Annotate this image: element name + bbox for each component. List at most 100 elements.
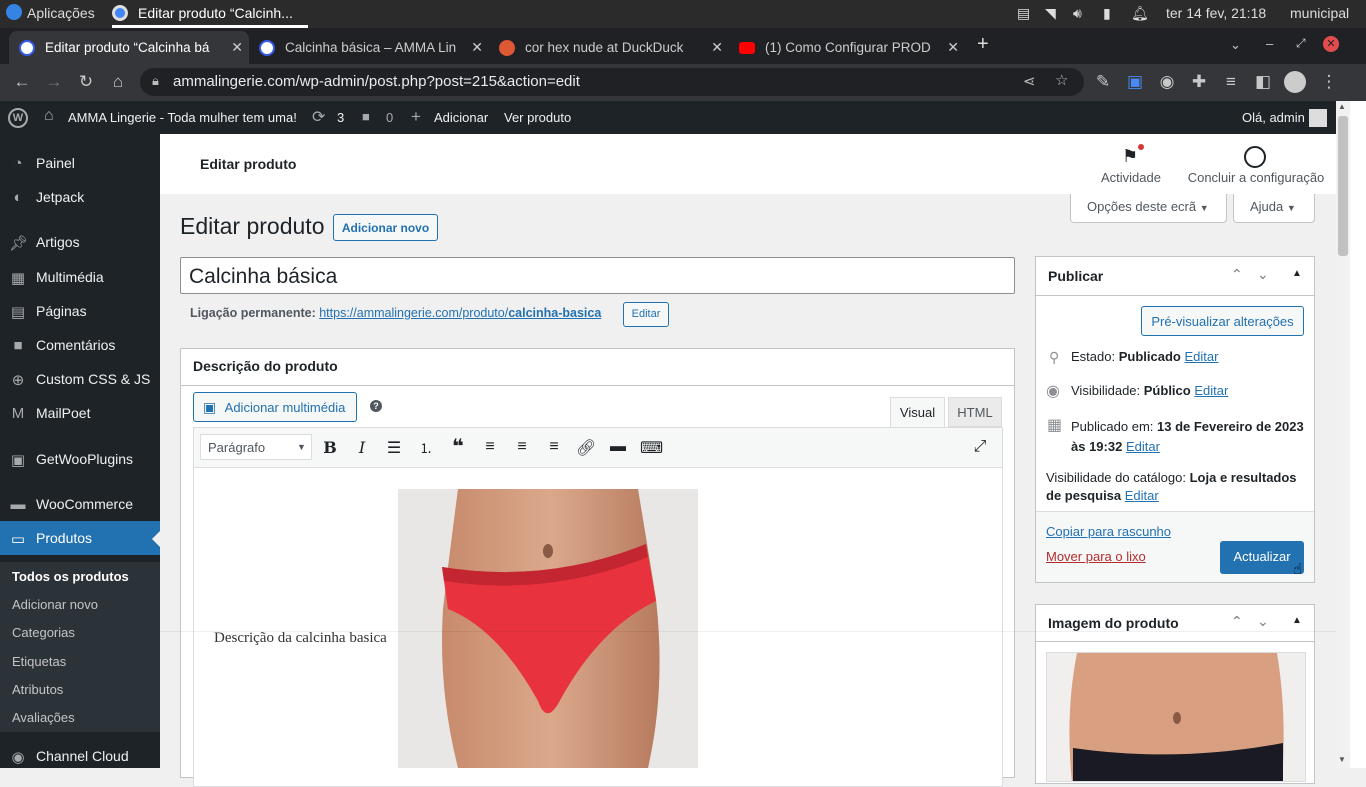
battery-icon[interactable]: ▮ bbox=[1103, 5, 1111, 22]
copy-to-draft-link[interactable]: Copiar para rascunho bbox=[1046, 524, 1171, 539]
add-media-button[interactable]: ▣ Adicionar multimédia bbox=[193, 392, 357, 422]
close-window-icon[interactable]: ✕ bbox=[1323, 36, 1339, 52]
puzzle-extensions-icon[interactable]: ✚ bbox=[1188, 72, 1210, 94]
product-photo[interactable] bbox=[398, 489, 698, 768]
description-text[interactable]: Descrição da calcinha basica bbox=[214, 630, 387, 647]
visibility-edit-link[interactable]: Editar bbox=[1194, 383, 1228, 398]
sidebar-item-jetpack[interactable]: ◐ Jetpack bbox=[0, 180, 160, 214]
product-title-input[interactable]: Calcinha básica bbox=[180, 257, 1015, 294]
sidebar-item-produtos[interactable]: ▭ Produtos bbox=[0, 521, 160, 555]
fullscreen-icon[interactable]: ⤢ bbox=[970, 438, 990, 458]
volume-icon[interactable]: 🔊︎ bbox=[1073, 5, 1082, 22]
address-bar[interactable]: 🔒︎ ammalingerie.com/wp-admin/post.php?po… bbox=[140, 68, 1084, 96]
wifi-icon[interactable]: ◥ bbox=[1045, 5, 1056, 22]
permalink-edit-button[interactable]: Editar bbox=[623, 302, 669, 327]
sidebar-item-comentarios[interactable]: ■ Comentários bbox=[0, 328, 160, 362]
read-more-icon[interactable]: ▬ bbox=[608, 438, 628, 458]
tab-product-page[interactable]: Calcinha básica – AMMA Lin ✕ bbox=[249, 31, 489, 64]
numbered-list-icon[interactable]: ⒈ bbox=[416, 438, 436, 458]
tab-visual[interactable]: Visual bbox=[890, 397, 945, 428]
permalink-link[interactable]: https://ammalingerie.com/produto/calcinh… bbox=[319, 306, 601, 320]
lock-icon[interactable]: 🔒︎ bbox=[152, 73, 159, 89]
comments-icon[interactable]: ■ bbox=[362, 109, 370, 124]
account-greeting[interactable]: Olá, admin bbox=[1242, 110, 1305, 125]
sidebar-item-custom-css[interactable]: ⊕ Custom CSS & JS bbox=[0, 362, 160, 396]
submenu-reviews[interactable]: Avaliações bbox=[12, 710, 75, 725]
submenu-all-products[interactable]: Todos os produtos bbox=[12, 569, 129, 584]
add-new-link[interactable]: Adicionar bbox=[434, 110, 488, 125]
apps-icon[interactable] bbox=[6, 4, 22, 20]
collapse-toggle-icon[interactable]: ▲ bbox=[1292, 268, 1302, 279]
profile-avatar-icon[interactable] bbox=[1284, 71, 1306, 93]
align-center-icon[interactable]: ≡ bbox=[512, 438, 532, 458]
scroll-up-icon[interactable]: ▲ bbox=[1338, 102, 1346, 111]
apps-menu[interactable]: Aplicações bbox=[27, 5, 95, 21]
italic-icon[interactable]: I bbox=[352, 438, 372, 458]
tab-search-icon[interactable]: ⌄ bbox=[1230, 37, 1241, 53]
move-down-icon[interactable]: ⌄ bbox=[1257, 613, 1269, 630]
link-icon[interactable]: 🔗︎ bbox=[576, 438, 596, 458]
submenu-categories[interactable]: Categorias bbox=[12, 625, 75, 640]
preview-changes-button[interactable]: Pré-visualizar alterações bbox=[1141, 306, 1304, 336]
sidebar-item-paginas[interactable]: ▤ Páginas bbox=[0, 294, 160, 328]
submenu-tags[interactable]: Etiquetas bbox=[12, 654, 66, 669]
updates-count[interactable]: 3 bbox=[337, 110, 344, 125]
sidebar-item-mailpoet[interactable]: M MailPoet bbox=[0, 396, 160, 430]
reading-list-icon[interactable]: ≡ bbox=[1220, 72, 1242, 94]
notification-bell-icon[interactable]: 🔔︎ bbox=[1131, 5, 1149, 22]
translate-icon[interactable]: ▣ bbox=[1124, 72, 1146, 94]
bullet-list-icon[interactable]: ☰ bbox=[384, 438, 404, 458]
extension-icon[interactable]: ✎ bbox=[1092, 72, 1114, 94]
comments-count[interactable]: 0 bbox=[386, 110, 393, 125]
active-window-title[interactable]: Editar produto “Calcinh... bbox=[138, 5, 293, 21]
help-button[interactable]: Ajuda ▼ bbox=[1233, 194, 1315, 223]
blockquote-icon[interactable]: ❝ bbox=[448, 434, 468, 458]
featured-image[interactable] bbox=[1046, 652, 1306, 782]
reload-icon[interactable]: ↻ bbox=[75, 72, 97, 94]
setup-button[interactable]: Concluir a configuração bbox=[1184, 144, 1328, 190]
back-icon[interactable]: ← bbox=[11, 72, 33, 94]
sidebar-item-getwooplugins[interactable]: ▣ GetWooPlugins bbox=[0, 442, 160, 476]
align-left-icon[interactable]: ≡ bbox=[480, 438, 500, 458]
catalog-edit-link[interactable]: Editar bbox=[1125, 488, 1159, 503]
scrollbar-thumb[interactable] bbox=[1338, 116, 1348, 256]
tab-youtube[interactable]: (1) Como Configurar PROD ✕ bbox=[729, 31, 965, 64]
sidebar-item-woocommerce[interactable]: ▬ WooCommerce bbox=[0, 487, 160, 521]
screen-options-button[interactable]: Opções deste ecrã ▼ bbox=[1070, 194, 1227, 223]
add-new-product-button[interactable]: Adicionar novo bbox=[333, 214, 438, 241]
bookmark-star-icon[interactable]: ☆ bbox=[1055, 71, 1068, 89]
tab-edit-product[interactable]: Editar produto “Calcinha bá ✕ bbox=[9, 31, 249, 64]
move-down-icon[interactable]: ⌄ bbox=[1257, 266, 1269, 283]
tab-html[interactable]: HTML bbox=[948, 397, 1002, 427]
forward-icon[interactable]: → bbox=[43, 72, 65, 94]
avatar[interactable] bbox=[1309, 109, 1327, 127]
share-icon[interactable]: ⋖ bbox=[1023, 72, 1036, 90]
published-edit-link[interactable]: Editar bbox=[1126, 439, 1160, 454]
sidebar-item-artigos[interactable]: 📌︎ Artigos bbox=[0, 225, 160, 259]
help-icon[interactable]: ? bbox=[370, 400, 382, 412]
side-panel-icon[interactable]: ◧ bbox=[1252, 72, 1274, 94]
activity-button[interactable]: ⚑ Actividade bbox=[1096, 144, 1166, 190]
home-icon[interactable]: ⌂ bbox=[107, 72, 129, 94]
close-tab-icon[interactable]: ✕ bbox=[471, 39, 483, 56]
bold-icon[interactable]: B bbox=[320, 438, 340, 458]
new-tab-button[interactable]: + bbox=[977, 33, 989, 56]
tab-duckduckgo[interactable]: cor hex nude at DuckDuck ✕ bbox=[489, 31, 729, 64]
align-right-icon[interactable]: ≡ bbox=[544, 438, 564, 458]
location-label[interactable]: municipal bbox=[1290, 5, 1349, 21]
collapse-toggle-icon[interactable]: ▲ bbox=[1292, 615, 1302, 626]
updates-icon[interactable]: ⟳ bbox=[312, 107, 325, 127]
clock[interactable]: ter 14 fev, 21:18 bbox=[1166, 5, 1266, 21]
extension-circle-icon[interactable]: ◉ bbox=[1156, 72, 1178, 94]
view-product-link[interactable]: Ver produto bbox=[504, 110, 571, 125]
close-tab-icon[interactable]: ✕ bbox=[711, 39, 723, 56]
close-tab-icon[interactable]: ✕ bbox=[947, 39, 959, 56]
move-up-icon[interactable]: ⌃ bbox=[1231, 613, 1243, 630]
toolbar-toggle-icon[interactable]: ⌨ bbox=[640, 438, 663, 458]
home-icon[interactable]: ⌂ bbox=[44, 107, 54, 125]
format-select[interactable]: Parágrafo ▼ bbox=[200, 434, 312, 460]
scroll-down-icon[interactable]: ▼ bbox=[1338, 755, 1346, 764]
wordpress-logo-icon[interactable]: W bbox=[8, 108, 28, 128]
clipboard-icon[interactable]: ▤ bbox=[1017, 5, 1030, 22]
minimize-icon[interactable]: – bbox=[1266, 36, 1273, 51]
